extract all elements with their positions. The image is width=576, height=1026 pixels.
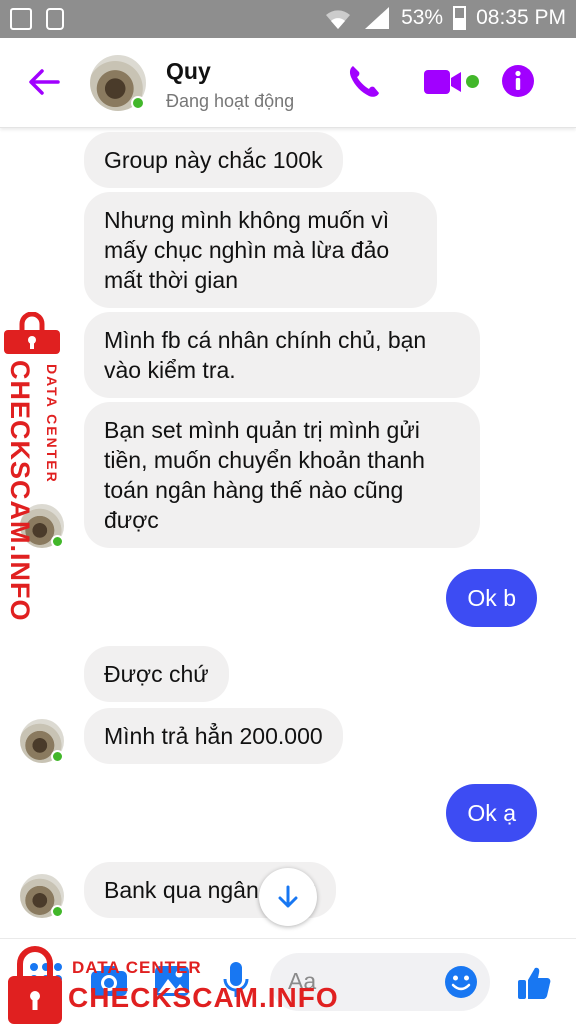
message-bubble[interactable]: Mình fb cá nhân chính chủ, bạn vào kiểm … xyxy=(84,312,480,398)
message-bubble[interactable]: Group này chắc 100k xyxy=(84,132,343,188)
conversation-header: Quy Đang hoạt động xyxy=(0,38,576,128)
message-bubble[interactable]: Nhưng mình không muốn vì mấy chục nghìn … xyxy=(84,192,437,308)
online-indicator xyxy=(131,96,145,110)
online-indicator xyxy=(51,750,64,763)
status-bar: 53% 08:35 PM xyxy=(0,0,576,38)
battery-percent: 53% xyxy=(401,6,444,29)
my-message-bubble[interactable]: Ok b xyxy=(446,569,537,627)
online-indicator xyxy=(51,905,64,918)
message-bubble[interactable]: Bạn set mình quản trị mình gửi tiền, muố… xyxy=(84,402,480,548)
arrow-down-icon xyxy=(278,885,298,908)
watermark-side-small: DATA CENTER xyxy=(44,364,60,484)
emoji-icon[interactable] xyxy=(444,965,478,999)
scroll-to-bottom-button[interactable] xyxy=(259,868,317,926)
message-bubble[interactable]: Được chứ xyxy=(84,646,229,702)
lock-icon xyxy=(8,946,62,1024)
watermark-bottom: DATA CENTER CHECKSCAM.INFO xyxy=(0,940,360,1024)
my-message-bubble[interactable]: Ok ạ xyxy=(446,784,537,842)
image-icon xyxy=(10,8,32,30)
thumbs-up-icon[interactable] xyxy=(516,965,552,1001)
watermark-side-big: CHECKSCAM.INFO xyxy=(5,360,35,622)
phone-icon[interactable] xyxy=(347,63,381,99)
wifi-icon xyxy=(326,10,351,29)
battery-icon xyxy=(453,6,467,30)
watermark-bottom-small: DATA CENTER xyxy=(72,958,202,977)
message-list[interactable]: Group này chắc 100k Nhưng mình không muố… xyxy=(0,128,576,938)
video-camera-icon[interactable] xyxy=(423,68,463,96)
status-bar-right: 53% 08:35 PM xyxy=(323,5,566,31)
video-online-indicator xyxy=(466,75,479,88)
back-arrow-icon[interactable] xyxy=(24,62,64,102)
contact-name[interactable]: Quy xyxy=(166,58,211,85)
signal-icon xyxy=(365,7,390,29)
watermark-bottom-big: CHECKSCAM.INFO xyxy=(68,982,339,1013)
clock: 08:35 PM xyxy=(476,6,566,29)
lock-icon xyxy=(4,312,60,354)
info-icon[interactable] xyxy=(501,64,535,98)
message-bubble[interactable]: Mình trả hẳn 200.000 xyxy=(84,708,343,764)
watermark-side: CHECKSCAM.INFO DATA CENTER xyxy=(2,312,64,622)
recycle-icon xyxy=(46,8,64,30)
status-bar-left xyxy=(10,8,64,30)
contact-status: Đang hoạt động xyxy=(166,91,295,111)
